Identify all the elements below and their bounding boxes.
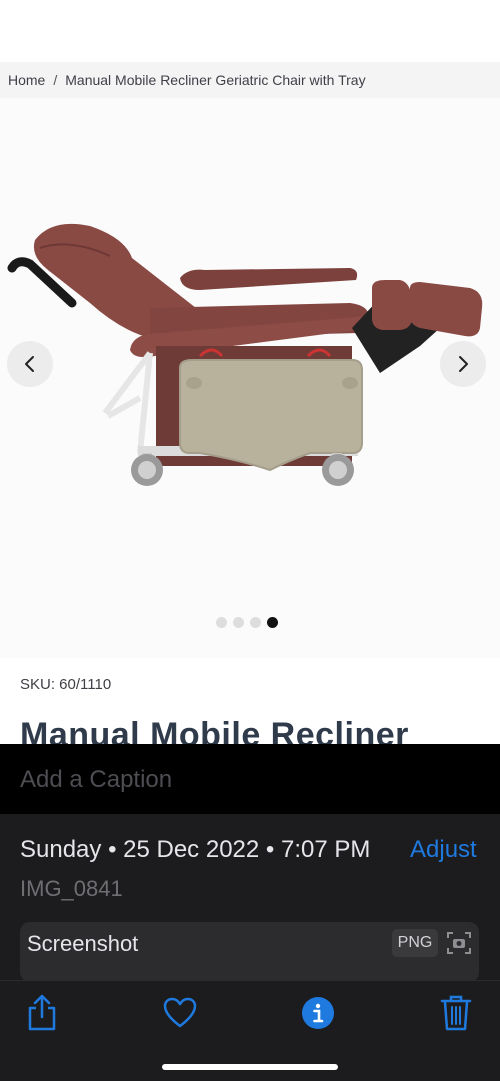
carousel-pagination bbox=[216, 617, 278, 628]
home-indicator[interactable] bbox=[162, 1064, 338, 1070]
source-label: Screenshot bbox=[27, 931, 139, 956]
source-info-card: Screenshot PNG bbox=[20, 922, 479, 982]
caption-field[interactable]: Add a Caption bbox=[0, 744, 500, 814]
breadcrumb-home-link[interactable]: Home bbox=[8, 72, 45, 88]
web-page: Home / Manual Mobile Recliner Geriatric … bbox=[0, 0, 500, 744]
info-icon bbox=[302, 997, 334, 1029]
chevron-right-icon bbox=[459, 356, 468, 372]
product-sku: SKU: 60/1110 bbox=[20, 676, 112, 693]
carousel-dot[interactable] bbox=[233, 617, 244, 628]
caption-placeholder: Add a Caption bbox=[20, 766, 173, 793]
product-image-carousel[interactable] bbox=[0, 98, 500, 658]
carousel-next-button[interactable] bbox=[440, 341, 486, 387]
photo-date: Sunday • 25 Dec 2022 • 7:07 PM bbox=[20, 836, 371, 863]
carousel-prev-button[interactable] bbox=[7, 341, 53, 387]
product-title: Manual Mobile Recliner bbox=[20, 716, 409, 744]
adjust-date-button[interactable]: Adjust bbox=[410, 836, 477, 864]
share-icon bbox=[28, 994, 56, 1031]
delete-button[interactable] bbox=[436, 993, 476, 1033]
chevron-left-icon bbox=[25, 356, 34, 372]
carousel-dot[interactable] bbox=[216, 617, 227, 628]
breadcrumb: Home / Manual Mobile Recliner Geriatric … bbox=[0, 62, 500, 98]
recliner-chair-image bbox=[7, 223, 483, 486]
screenshot-icon bbox=[447, 932, 471, 954]
trash-icon bbox=[440, 995, 472, 1031]
heart-icon bbox=[163, 997, 197, 1028]
info-button[interactable] bbox=[298, 993, 338, 1033]
breadcrumb-current: Manual Mobile Recliner Geriatric Chair w… bbox=[65, 72, 366, 88]
share-button[interactable] bbox=[22, 993, 62, 1033]
breadcrumb-separator: / bbox=[53, 72, 58, 88]
photo-filename: IMG_0841 bbox=[20, 876, 123, 901]
carousel-dot[interactable] bbox=[250, 617, 261, 628]
favorite-button[interactable] bbox=[160, 993, 200, 1033]
carousel-dot-active[interactable] bbox=[267, 617, 278, 628]
format-badge: PNG bbox=[392, 929, 438, 957]
